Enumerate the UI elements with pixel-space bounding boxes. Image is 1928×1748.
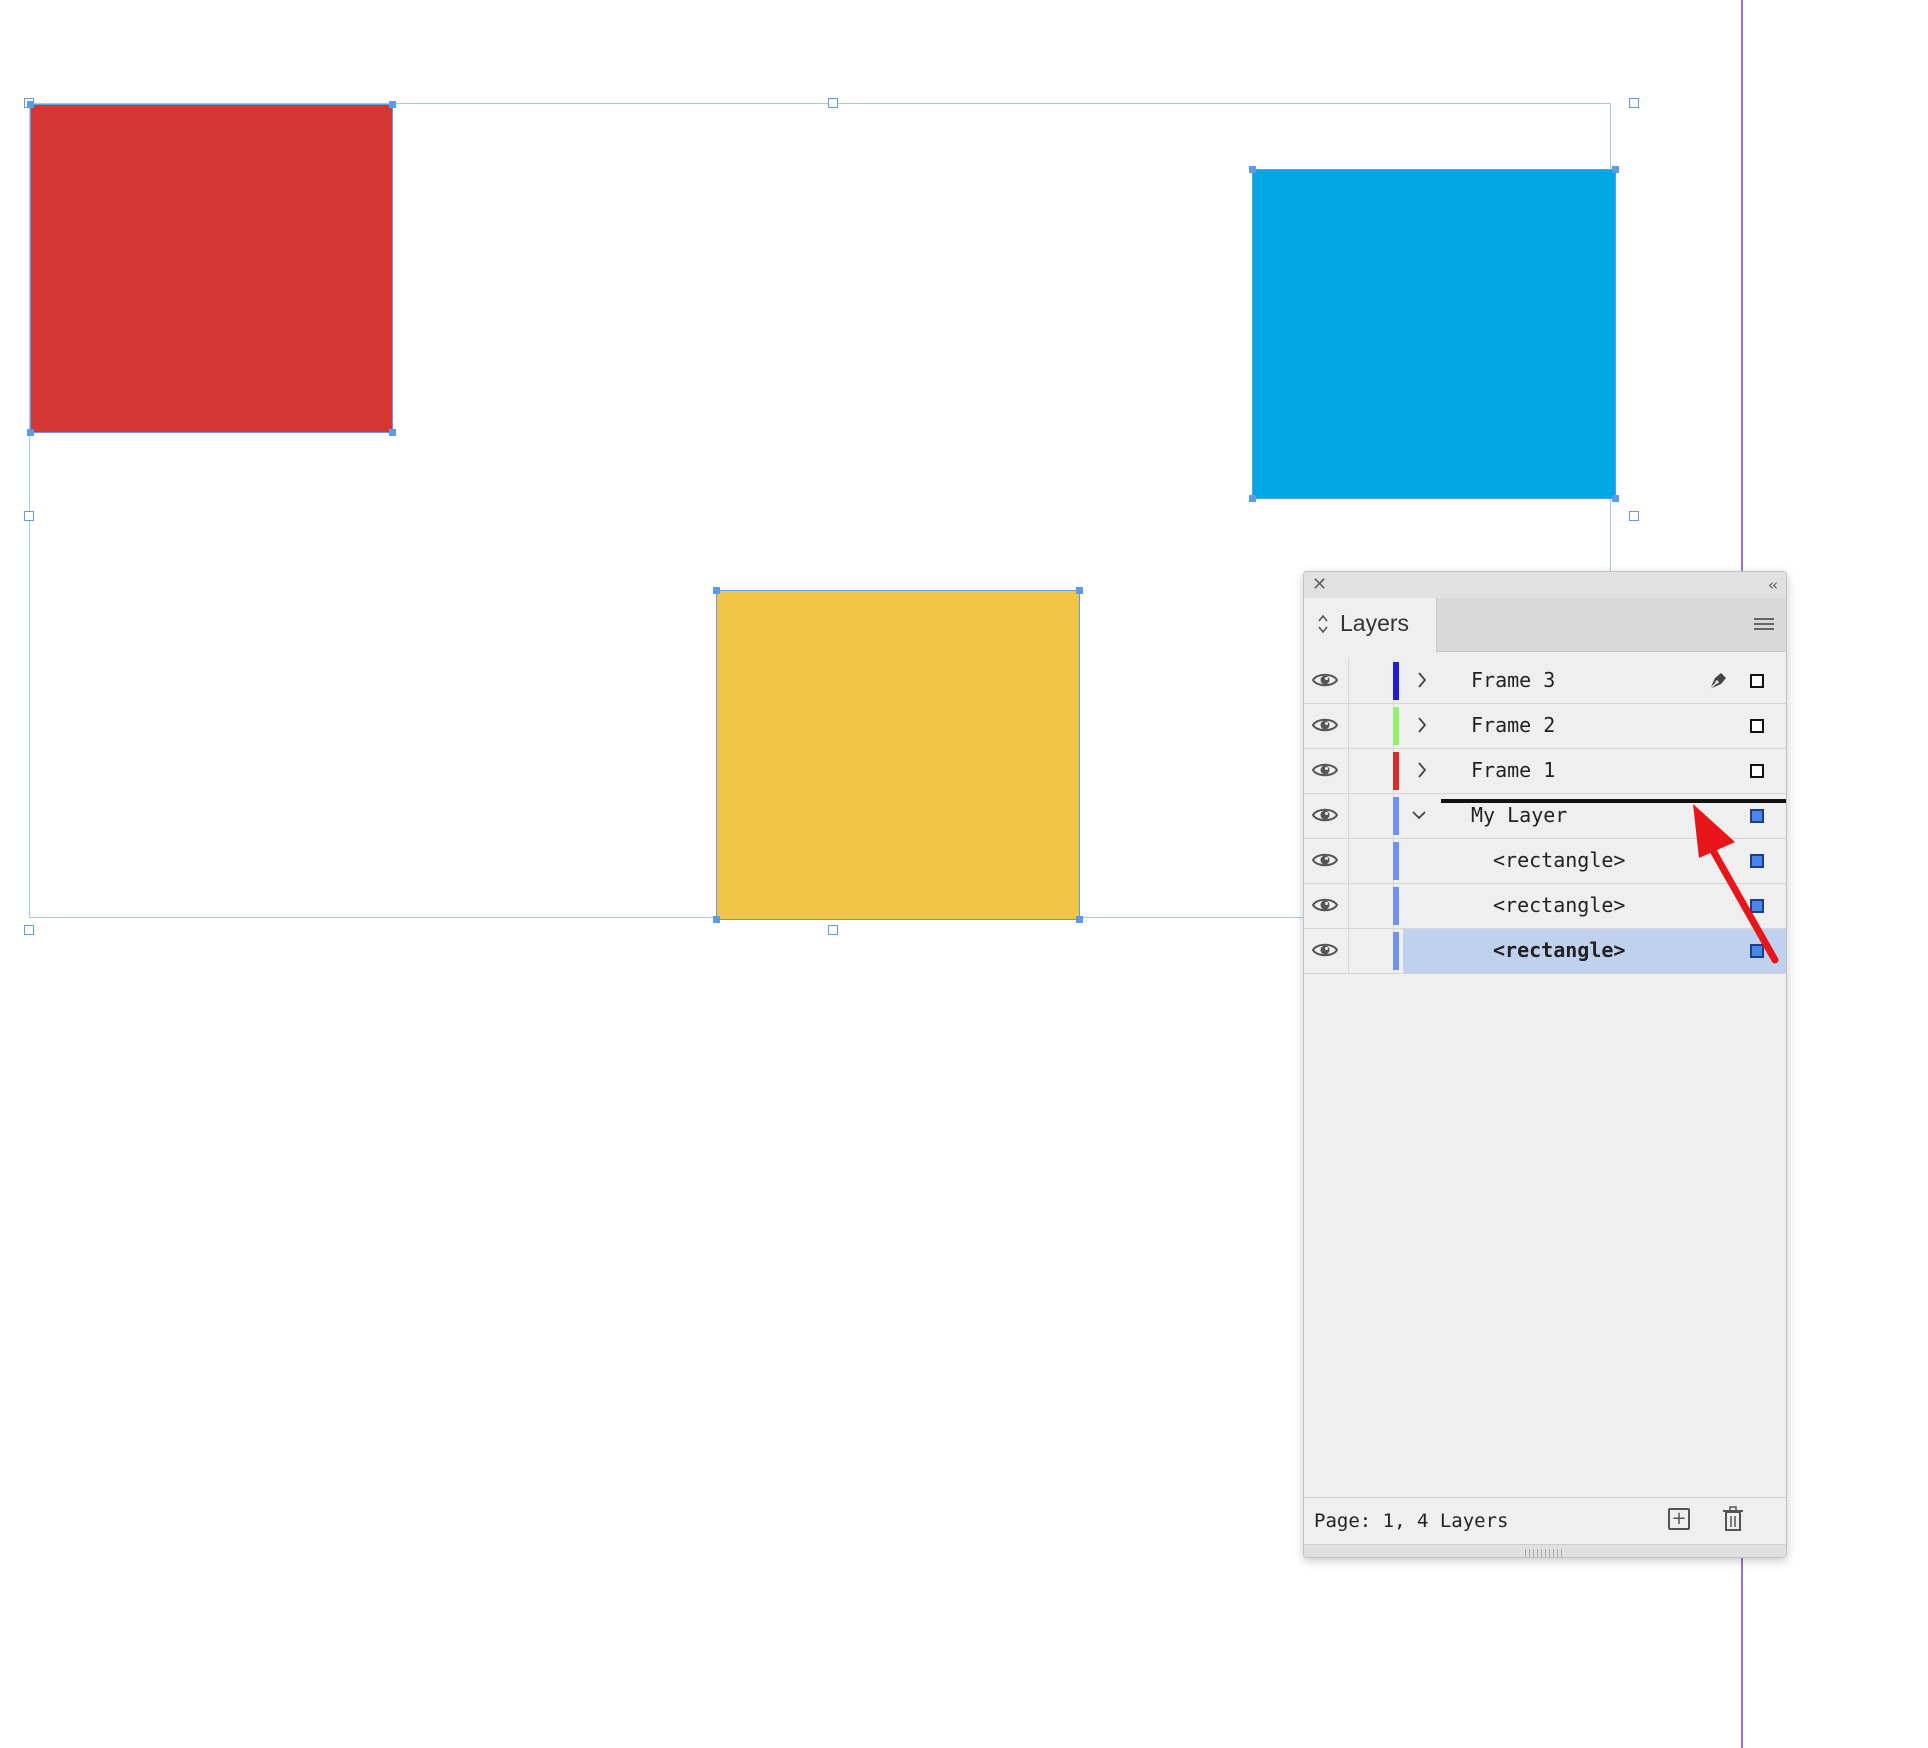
lock-toggle[interactable] — [1349, 929, 1394, 973]
layer-name: <rectangle> — [1493, 893, 1626, 917]
layer-label-area[interactable]: Frame 1 — [1403, 749, 1786, 793]
layer-row[interactable]: Frame 3 — [1304, 659, 1786, 704]
visibility-toggle[interactable] — [1304, 884, 1349, 928]
layer-color-swatch — [1393, 662, 1399, 700]
pen-icon — [1706, 669, 1730, 693]
layer-color-swatch — [1393, 842, 1399, 880]
resize-grip[interactable] — [1304, 1544, 1786, 1557]
selection-square[interactable] — [1750, 719, 1764, 733]
lock-toggle[interactable] — [1349, 794, 1394, 838]
layer-color-swatch — [1393, 932, 1399, 970]
sort-arrows-icon — [1318, 614, 1328, 634]
handle-top-middle[interactable] — [828, 98, 838, 108]
visibility-toggle[interactable] — [1304, 929, 1349, 973]
layer-name: Frame 3 — [1471, 668, 1556, 692]
yellow-rectangle[interactable] — [713, 587, 1083, 923]
layer-name: Frame 1 — [1471, 758, 1556, 782]
layer-name: Frame 2 — [1471, 713, 1556, 737]
panel-menu-icon[interactable] — [1754, 618, 1774, 632]
red-rectangle[interactable] — [27, 101, 396, 436]
layer-name: My Layer — [1471, 803, 1568, 827]
selection-square[interactable] — [1750, 674, 1764, 688]
layers-panel: ✕ ‹‹ Layers Frame 3 Frame 2 Frame 1 My Laye… — [1303, 571, 1787, 1558]
layer-name: <rectangle> — [1493, 848, 1626, 872]
visibility-toggle[interactable] — [1304, 659, 1349, 703]
lock-toggle[interactable] — [1349, 884, 1394, 928]
close-icon[interactable]: ✕ — [1312, 574, 1327, 596]
handle-top-right[interactable] — [1629, 98, 1639, 108]
lock-toggle[interactable] — [1349, 749, 1394, 793]
layer-label-area[interactable]: Frame 2 — [1403, 704, 1786, 748]
layer-row[interactable]: Frame 2 — [1304, 704, 1786, 749]
collapse-icon[interactable]: ‹‹ — [1768, 574, 1778, 596]
panel-footer: Page: 1, 4 Layers + — [1304, 1497, 1786, 1557]
visibility-toggle[interactable] — [1304, 794, 1349, 838]
layer-color-swatch — [1393, 797, 1399, 835]
layer-label-area[interactable]: Frame 3 — [1403, 659, 1786, 703]
layer-color-swatch — [1393, 752, 1399, 790]
handle-bottom-middle[interactable] — [828, 925, 838, 935]
trash-icon[interactable] — [1722, 1506, 1744, 1532]
handle-middle-right[interactable] — [1629, 511, 1639, 521]
handle-middle-left[interactable] — [24, 511, 34, 521]
lock-toggle[interactable] — [1349, 704, 1394, 748]
chevron-right-icon[interactable] — [1414, 760, 1430, 780]
panel-tabbar: Layers — [1304, 598, 1786, 652]
layer-row[interactable]: Frame 1 — [1304, 749, 1786, 794]
tab-label: Layers — [1340, 610, 1410, 636]
selection-square[interactable] — [1750, 764, 1764, 778]
panel-titlebar[interactable]: ✕ ‹‹ — [1304, 572, 1786, 599]
chevron-right-icon[interactable] — [1414, 715, 1430, 735]
new-layer-button[interactable]: + — [1668, 1508, 1690, 1530]
page-layer-count: Page: 1, 4 Layers — [1314, 1510, 1509, 1532]
blue-rectangle[interactable] — [1249, 166, 1619, 502]
visibility-toggle[interactable] — [1304, 839, 1349, 883]
annotation-arrow — [1693, 804, 1779, 964]
layer-name: <rectangle> — [1493, 938, 1626, 962]
visibility-toggle[interactable] — [1304, 749, 1349, 793]
chevron-right-icon[interactable] — [1414, 670, 1430, 690]
layer-color-swatch — [1393, 707, 1399, 745]
lock-toggle[interactable] — [1349, 839, 1394, 883]
tab-layers[interactable]: Layers — [1304, 598, 1437, 652]
handle-bottom-left[interactable] — [24, 925, 34, 935]
lock-toggle[interactable] — [1349, 659, 1394, 703]
chevron-down-icon[interactable] — [1411, 805, 1427, 825]
layer-color-swatch — [1393, 887, 1399, 925]
visibility-toggle[interactable] — [1304, 704, 1349, 748]
